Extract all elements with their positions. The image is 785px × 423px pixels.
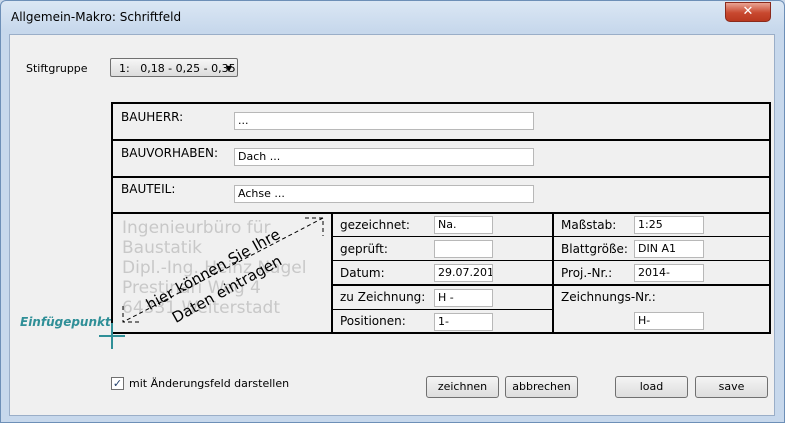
- bauvorhaben-input[interactable]: Dach ...: [234, 148, 534, 166]
- datum-label: Datum:: [340, 266, 385, 280]
- zu-zeichnung-input[interactable]: H -: [434, 289, 493, 307]
- aenderungsfeld-checkbox[interactable]: ✓: [111, 377, 124, 390]
- divider: [333, 260, 552, 261]
- divider: [552, 212, 554, 332]
- load-button[interactable]: load: [615, 376, 688, 398]
- window-title: Allgemein-Makro: Schriftfeld: [11, 10, 182, 24]
- title-bar[interactable]: Allgemein-Makro: Schriftfeld ✕: [1, 1, 784, 33]
- bauvorhaben-label: BAUVORHABEN:: [121, 146, 219, 160]
- stiftgruppe-select[interactable]: 1: 0,18 - 0,25 - 0,35 ▼: [110, 58, 238, 77]
- divider: [333, 236, 552, 237]
- bauherr-label: BAUHERR:: [121, 110, 184, 124]
- bauteil-label: BAUTEIL:: [121, 182, 176, 196]
- gezeichnet-label: gezeichnet:: [340, 218, 410, 232]
- divider: [331, 212, 333, 332]
- abbrechen-button[interactable]: abbrechen: [505, 376, 578, 398]
- insertion-point-label: Einfügepunkt: [20, 315, 111, 329]
- checkmark-icon: ✓: [112, 377, 123, 390]
- datum-input[interactable]: 29.07.2015: [434, 264, 493, 282]
- dialog-window: Allgemein-Makro: Schriftfeld ✕ Stiftgrup…: [0, 0, 785, 423]
- massstab-label: Maßstab:: [561, 218, 617, 232]
- stiftgruppe-selected-value: 1: 0,18 - 0,25 - 0,35: [119, 62, 236, 75]
- dialog-client-area: Stiftgruppe 1: 0,18 - 0,25 - 0,35 ▼ BAUH…: [9, 34, 775, 416]
- geprueft-input[interactable]: [434, 240, 493, 258]
- zu-zeichnung-label: zu Zeichnung:: [340, 290, 426, 304]
- bauherr-input[interactable]: ...: [234, 112, 534, 130]
- close-button[interactable]: ✕: [725, 2, 771, 22]
- divider: [554, 236, 769, 237]
- title-block-form: BAUHERR: ... BAUVORHABEN: Dach ... BAUTE…: [111, 102, 771, 334]
- zeichnungs-nr-label: Zeichnungs-Nr.:: [561, 290, 656, 304]
- zeichnungs-nr-input[interactable]: H-: [634, 312, 704, 330]
- divider: [113, 139, 769, 141]
- blattgroesse-label: Blattgröße:: [561, 242, 628, 256]
- close-icon: ✕: [742, 4, 754, 19]
- projekt-nr-label: Proj.-Nr.:: [561, 266, 613, 280]
- aenderungsfeld-label[interactable]: mit Änderungsfeld darstellen: [129, 377, 289, 390]
- geprueft-label: geprüft:: [340, 242, 388, 256]
- divider: [113, 212, 769, 214]
- gezeichnet-input[interactable]: Na.: [434, 216, 493, 234]
- blattgroesse-input[interactable]: DIN A1: [634, 240, 704, 258]
- divider: [554, 260, 769, 261]
- zeichnen-button[interactable]: zeichnen: [426, 376, 499, 398]
- chevron-down-icon: ▼: [225, 64, 232, 73]
- positionen-input[interactable]: 1-: [434, 313, 493, 331]
- insertion-point-icon[interactable]: [99, 323, 125, 349]
- divider: [113, 176, 769, 178]
- bauteil-input[interactable]: Achse ...: [234, 185, 534, 203]
- projekt-nr-input[interactable]: 2014-: [634, 264, 704, 282]
- stiftgruppe-label: Stiftgruppe: [26, 62, 88, 75]
- divider: [333, 284, 769, 286]
- massstab-input[interactable]: 1:25: [634, 216, 704, 234]
- positionen-label: Positionen:: [340, 314, 406, 328]
- save-button[interactable]: save: [695, 376, 768, 398]
- divider: [333, 309, 552, 310]
